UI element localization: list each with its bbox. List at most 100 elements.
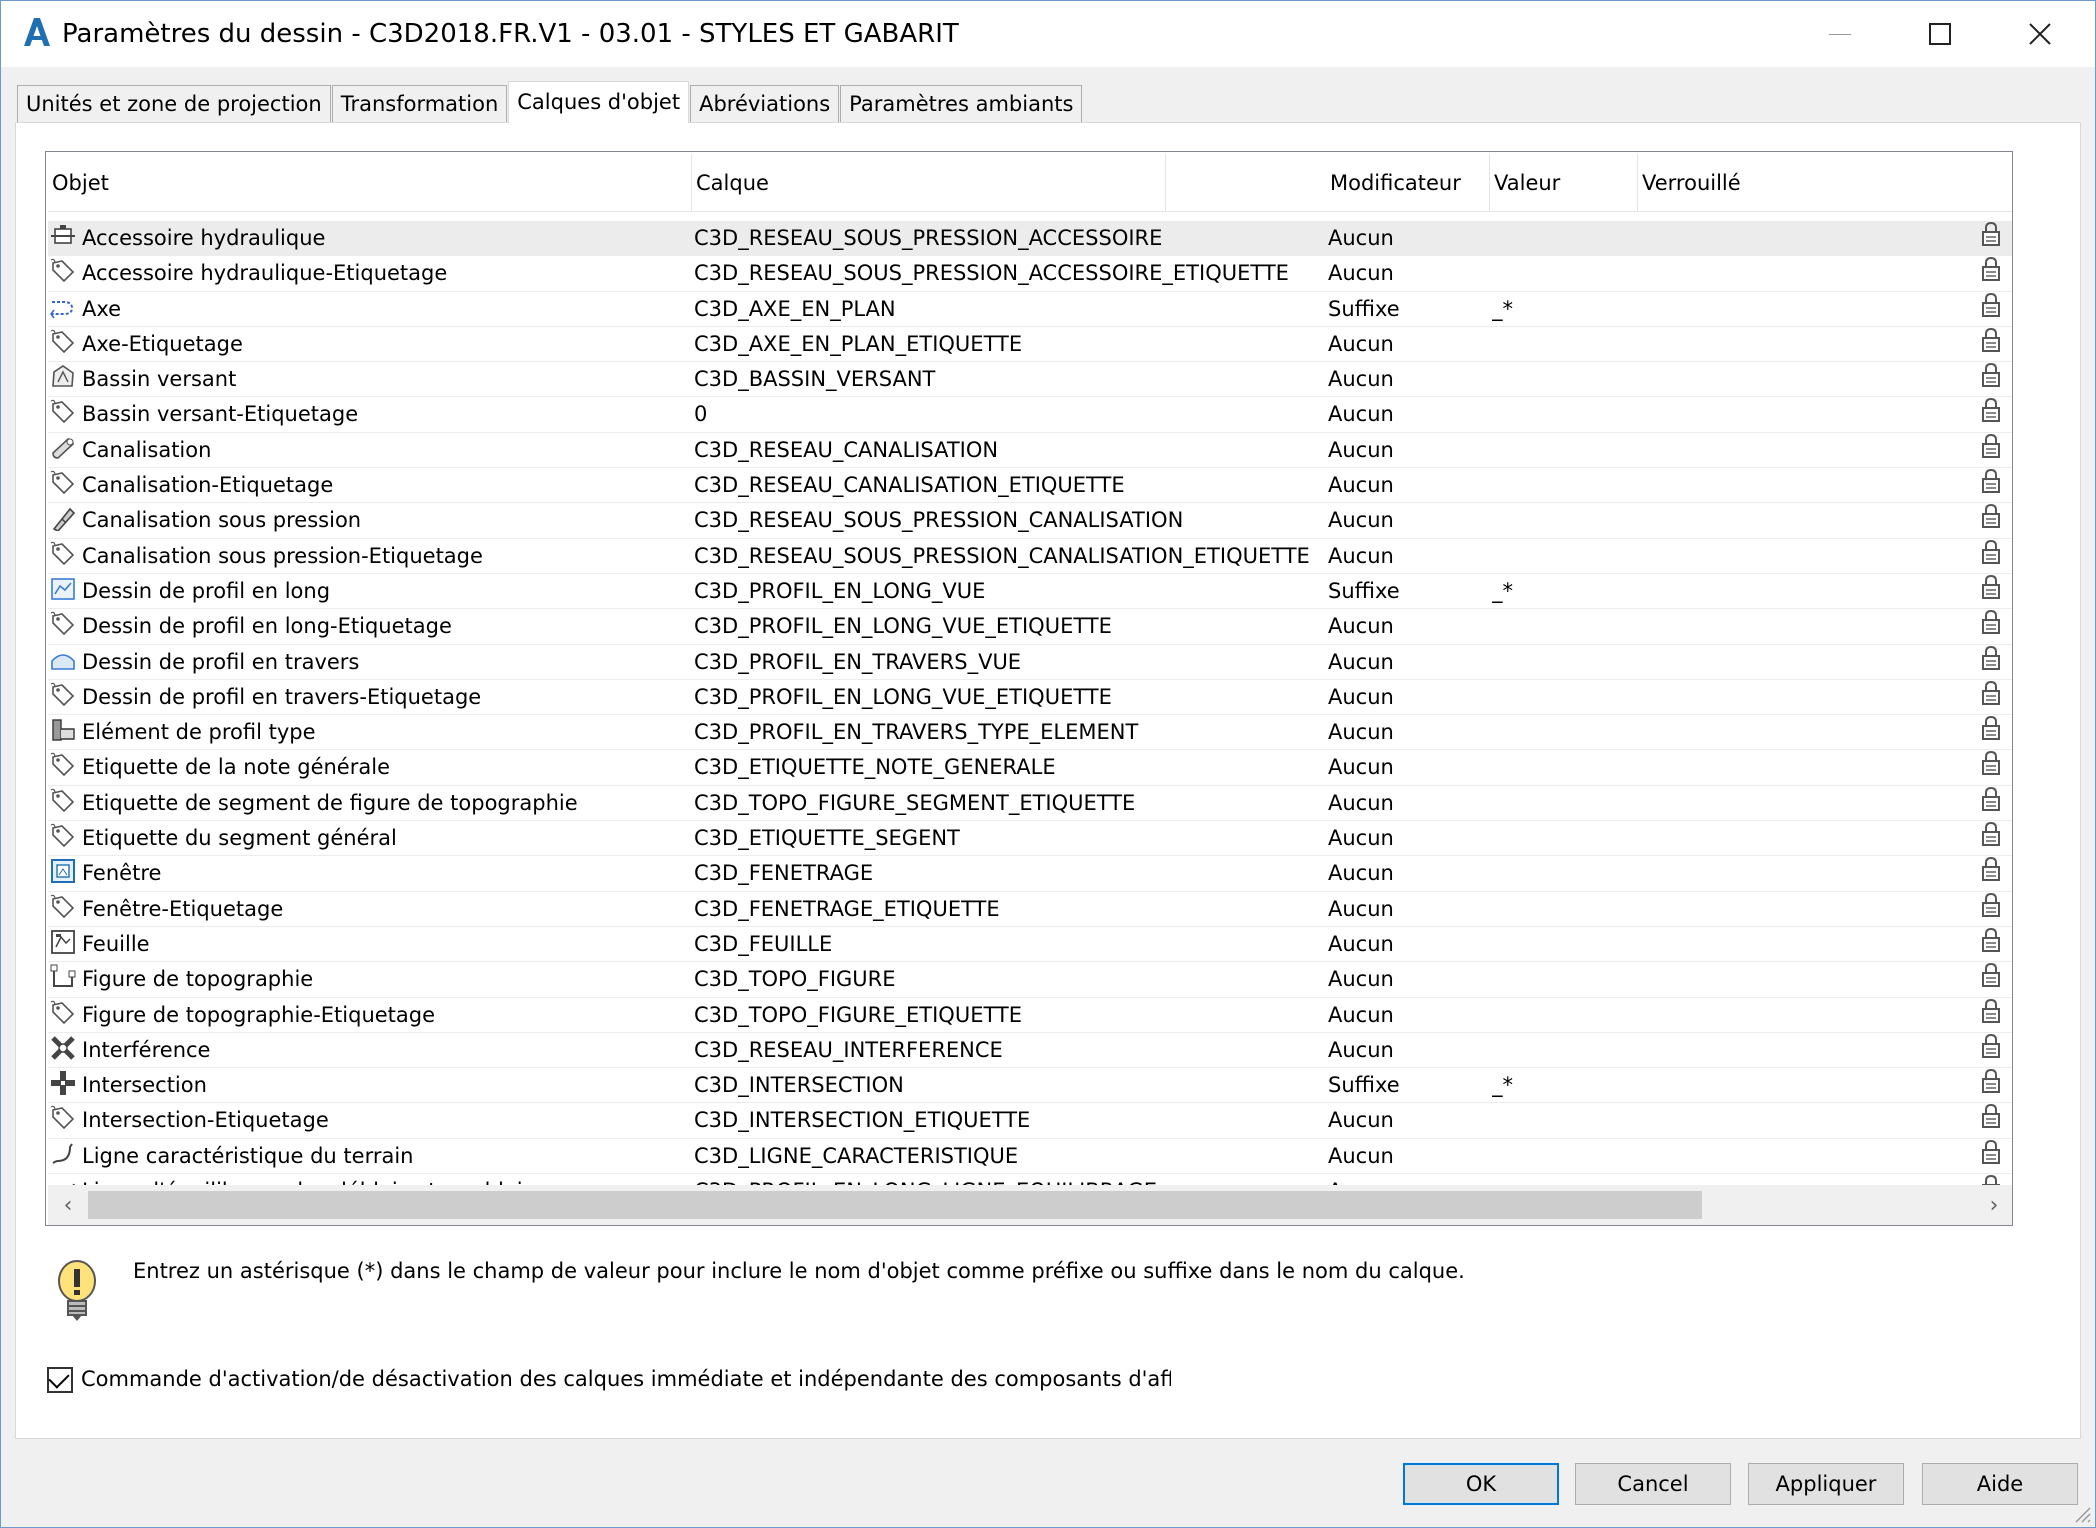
- table-row[interactable]: Intersection C3D_INTERSECTION Suffixe _*: [48, 1068, 2012, 1104]
- cell-valeur[interactable]: [1492, 750, 1642, 785]
- table-row[interactable]: Accessoire hydraulique C3D_RESEAU_SOUS_PR…: [48, 221, 2012, 257]
- lock-icon[interactable]: [1980, 680, 2010, 715]
- cell-valeur[interactable]: [1492, 1103, 1642, 1138]
- cell-valeur[interactable]: [1492, 539, 1642, 574]
- cell-valeur[interactable]: _*: [1492, 292, 1642, 327]
- table-row[interactable]: Canalisation sous pression-Etiquetage C3D…: [48, 539, 2012, 574]
- tab-ambient-settings[interactable]: Paramètres ambiants: [840, 85, 1083, 123]
- resize-grip-icon[interactable]: [2073, 1505, 2091, 1523]
- cell-objet[interactable]: Etiquette de la note générale: [48, 750, 688, 785]
- column-header-calque[interactable]: Calque: [692, 154, 1166, 212]
- table-row[interactable]: Bassin versant-Etiquetage 0 Aucun: [48, 397, 2012, 433]
- cell-modificateur[interactable]: Suffixe: [1328, 292, 1488, 327]
- column-header-valeur[interactable]: Valeur: [1490, 154, 1638, 212]
- lock-icon[interactable]: [1980, 503, 2010, 538]
- cell-valeur[interactable]: [1492, 962, 1642, 997]
- cell-modificateur[interactable]: Aucun: [1328, 821, 1488, 856]
- cell-objet[interactable]: Canalisation sous pression: [48, 503, 688, 538]
- cell-valeur[interactable]: [1492, 1139, 1642, 1174]
- ok-button[interactable]: OK: [1403, 1463, 1559, 1505]
- cell-modificateur[interactable]: Aucun: [1328, 327, 1488, 362]
- horizontal-scroll-thumb[interactable]: [88, 1191, 1702, 1219]
- help-button[interactable]: Aide: [1922, 1463, 2078, 1505]
- cell-objet[interactable]: Canalisation sous pression-Etiquetage: [48, 539, 688, 574]
- horizontal-scrollbar[interactable]: ‹ ›: [48, 1185, 2012, 1225]
- lock-icon[interactable]: [1980, 433, 2010, 468]
- cell-calque[interactable]: C3D_FENETRAGE: [694, 856, 1324, 891]
- cell-modificateur[interactable]: Aucun: [1328, 645, 1488, 680]
- cell-calque[interactable]: C3D_PROFIL_EN_LONG_VUE_ETIQUETTE: [694, 609, 1324, 644]
- table-row[interactable]: Etiquette de la note générale C3D_ETIQUET…: [48, 750, 2012, 786]
- cell-objet[interactable]: Elément de profil type: [48, 715, 688, 750]
- apply-button[interactable]: Appliquer: [1748, 1463, 1904, 1505]
- cell-calque[interactable]: C3D_INTERSECTION: [694, 1068, 1324, 1103]
- cell-valeur[interactable]: [1492, 680, 1642, 715]
- table-row[interactable]: Axe C3D_AXE_EN_PLAN Suffixe _*: [48, 292, 2012, 327]
- cell-modificateur[interactable]: Aucun: [1328, 892, 1488, 927]
- lock-icon[interactable]: [1980, 1139, 2010, 1174]
- cell-calque[interactable]: C3D_RESEAU_CANALISATION: [694, 433, 1324, 468]
- table-row[interactable]: Dessin de profil en travers-Etiquetage C3…: [48, 680, 2012, 716]
- immediate-layer-toggle-checkbox[interactable]: [47, 1367, 73, 1393]
- table-row[interactable]: Elément de profil type C3D_PROFIL_EN_TRAV…: [48, 715, 2012, 751]
- column-header-modificateur[interactable]: Modificateur: [1326, 154, 1490, 212]
- cell-objet[interactable]: Axe: [48, 292, 688, 327]
- tab-object-layers[interactable]: Calques d'objet: [508, 81, 690, 123]
- cell-objet[interactable]: Axe-Etiquetage: [48, 327, 688, 362]
- cell-valeur[interactable]: [1492, 362, 1642, 397]
- cell-modificateur[interactable]: Aucun: [1328, 539, 1488, 574]
- table-row[interactable]: Canalisation-Etiquetage C3D_RESEAU_CANALI…: [48, 468, 2012, 504]
- cell-calque[interactable]: C3D_AXE_EN_PLAN: [694, 292, 1324, 327]
- cell-valeur[interactable]: _*: [1492, 1068, 1642, 1103]
- cell-modificateur[interactable]: Aucun: [1328, 927, 1488, 962]
- cell-objet[interactable]: Etiquette de segment de figure de topogr…: [48, 786, 688, 821]
- cell-modificateur[interactable]: Aucun: [1328, 468, 1488, 503]
- cell-calque[interactable]: C3D_TOPO_FIGURE_ETIQUETTE: [694, 998, 1324, 1033]
- lock-icon[interactable]: [1980, 468, 2010, 503]
- table-row[interactable]: Interférence C3D_RESEAU_INTERFERENCE Aucun: [48, 1033, 2012, 1069]
- cell-valeur[interactable]: [1492, 433, 1642, 468]
- cell-valeur[interactable]: [1492, 715, 1642, 750]
- table-row[interactable]: Fenêtre C3D_FENETRAGE Aucun: [48, 856, 2012, 892]
- cell-calque[interactable]: C3D_TOPO_FIGURE_SEGMENT_ETIQUETTE: [694, 786, 1324, 821]
- minimize-button[interactable]: [1796, 1, 1884, 67]
- cell-modificateur[interactable]: Aucun: [1328, 1139, 1488, 1174]
- table-row[interactable]: Ligne caractéristique du terrain C3D_LIGN…: [48, 1139, 2012, 1175]
- immediate-layer-toggle-label[interactable]: Commande d'activation/de désactivation d…: [81, 1367, 1171, 1391]
- cell-calque[interactable]: C3D_RESEAU_CANALISATION_ETIQUETTE: [694, 468, 1324, 503]
- lock-icon[interactable]: [1980, 609, 2010, 644]
- cell-calque[interactable]: C3D_BASSIN_VERSANT: [694, 362, 1324, 397]
- lock-icon[interactable]: [1980, 786, 2010, 821]
- cell-objet[interactable]: Feuille: [48, 927, 688, 962]
- cell-calque[interactable]: C3D_AXE_EN_PLAN_ETIQUETTE: [694, 327, 1324, 362]
- cell-calque[interactable]: C3D_ETIQUETTE_NOTE_GENERALE: [694, 750, 1324, 785]
- cell-objet[interactable]: Etiquette du segment général: [48, 821, 688, 856]
- lock-icon[interactable]: [1980, 1174, 2010, 1185]
- cell-objet[interactable]: Figure de topographie-Etiquetage: [48, 998, 688, 1033]
- cell-objet[interactable]: Dessin de profil en travers: [48, 645, 688, 680]
- cell-calque[interactable]: C3D_RESEAU_SOUS_PRESSION_CANALISATION_ET…: [694, 539, 1324, 574]
- lock-icon[interactable]: [1980, 927, 2010, 962]
- cell-modificateur[interactable]: Aucun: [1328, 256, 1488, 291]
- cell-modificateur[interactable]: Aucun: [1328, 362, 1488, 397]
- cell-calque[interactable]: C3D_ETIQUETTE_SEGENT: [694, 821, 1324, 856]
- cell-modificateur[interactable]: Aucun: [1328, 680, 1488, 715]
- table-row[interactable]: Etiquette du segment général C3D_ETIQUETT…: [48, 821, 2012, 857]
- cell-calque[interactable]: C3D_LIGNE_CARACTERISTIQUE: [694, 1139, 1324, 1174]
- cell-modificateur[interactable]: Aucun: [1328, 609, 1488, 644]
- cancel-button[interactable]: Cancel: [1575, 1463, 1731, 1505]
- table-row[interactable]: Fenêtre-Etiquetage C3D_FENETRAGE_ETIQUETT…: [48, 892, 2012, 927]
- cell-objet[interactable]: Dessin de profil en long-Etiquetage: [48, 609, 688, 644]
- cell-calque[interactable]: C3D_RESEAU_SOUS_PRESSION_ACCESSOIRE_ETIQ…: [694, 256, 1324, 291]
- lock-icon[interactable]: [1980, 856, 2010, 891]
- lock-icon[interactable]: [1980, 1033, 2010, 1068]
- cell-valeur[interactable]: [1492, 327, 1642, 362]
- table-row[interactable]: Dessin de profil en travers C3D_PROFIL_EN…: [48, 645, 2012, 680]
- cell-calque[interactable]: C3D_FEUILLE: [694, 927, 1324, 962]
- cell-modificateur[interactable]: Aucun: [1328, 397, 1488, 432]
- cell-valeur[interactable]: [1492, 503, 1642, 538]
- cell-modificateur[interactable]: Aucun: [1328, 750, 1488, 785]
- table-row[interactable]: Ligne d'équilibrage des déblais et rembl…: [48, 1174, 2012, 1185]
- lock-icon[interactable]: [1980, 397, 2010, 432]
- cell-valeur[interactable]: [1492, 856, 1642, 891]
